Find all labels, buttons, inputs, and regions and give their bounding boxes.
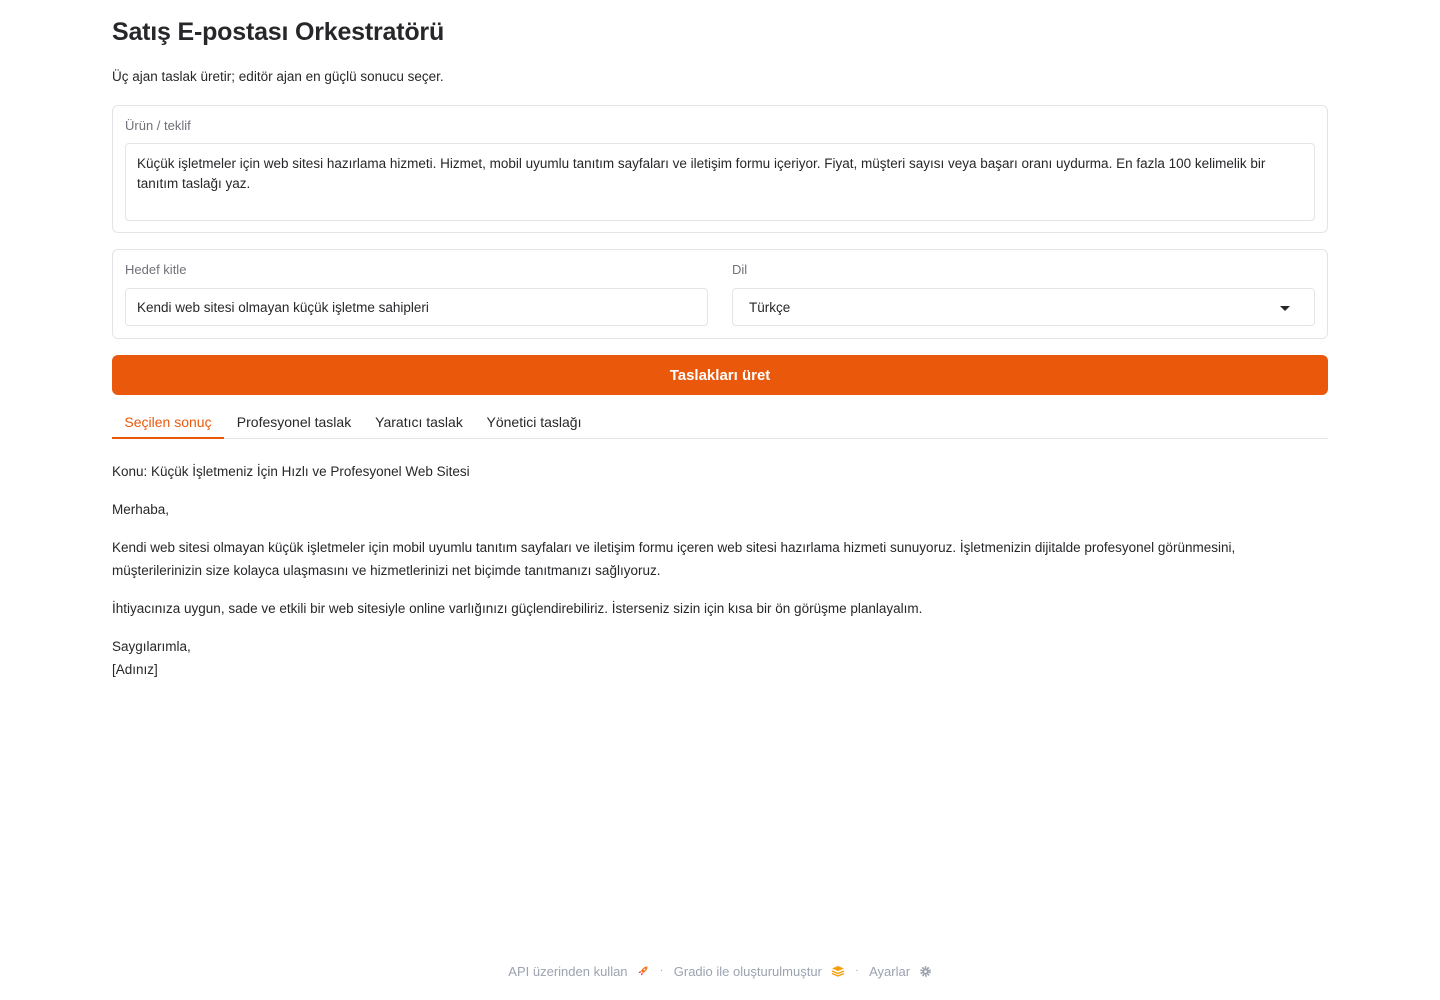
- settings-link[interactable]: Ayarlar: [869, 963, 932, 979]
- email-greeting: Merhaba,: [112, 502, 170, 517]
- tab-executive-draft[interactable]: Yönetici taslağı: [486, 405, 582, 438]
- tab-creative-draft[interactable]: Yaratıcı taslak: [374, 405, 464, 438]
- footer-separator: ·: [855, 965, 859, 977]
- built-with-gradio-link[interactable]: Gradio ile oluşturulmuştur: [674, 963, 845, 979]
- language-label: Dil: [732, 262, 748, 277]
- rocket-icon: [638, 966, 648, 976]
- built-with-label: Gradio ile oluşturulmuştur: [673, 963, 822, 979]
- generate-drafts-button[interactable]: Taslakları üret: [112, 355, 1328, 395]
- email-output: Konu: Küçük İşletmeniz İçin Hızlı ve Pro…: [112, 460, 1328, 681]
- product-block: Ürün / teklif Küçük işletmeler için web …: [112, 105, 1328, 233]
- dropdown-caret-icon: [1280, 306, 1290, 311]
- api-link[interactable]: API üzerinden kullan: [508, 963, 649, 979]
- email-closing: Saygılarımla,: [112, 639, 191, 654]
- footer-separator: ·: [659, 965, 664, 977]
- gradio-logo-icon: [831, 966, 844, 977]
- api-link-label: API üzerinden kullan: [508, 963, 628, 979]
- email-paragraph-2: İhtiyacınıza uygun, sade ve etkili bir w…: [112, 601, 923, 616]
- email-paragraph-1: Kendi web sitesi olmayan küçük işletmele…: [112, 540, 1236, 578]
- app-page: Satış E-postası Orkestratörü Üç ajan tas…: [0, 0, 1440, 1000]
- gear-icon: [919, 965, 931, 977]
- page-subtitle: Üç ajan taslak üretir; editör ajan en gü…: [112, 69, 444, 84]
- page-title: Satış E-postası Orkestratörü: [112, 18, 445, 46]
- language-dropdown[interactable]: Türkçe: [732, 288, 1315, 326]
- email-subject: Konu: Küçük İşletmeniz İçin Hızlı ve Pro…: [112, 464, 470, 479]
- tab-professional-draft[interactable]: Profesyonel taslak: [236, 405, 352, 438]
- audience-language-block: Hedef kitle Kendi web sitesi olmayan küç…: [112, 249, 1328, 339]
- email-signature: [Adınız]: [112, 662, 158, 677]
- audience-input[interactable]: Kendi web sitesi olmayan küçük işletme s…: [125, 288, 708, 326]
- tab-selected-result[interactable]: Seçilen sonuç: [112, 405, 224, 439]
- result-tabs: Seçilen sonuç Profesyonel taslak Yaratıc…: [112, 405, 1328, 439]
- settings-label: Ayarlar: [869, 963, 911, 979]
- language-selected-value: Türkçe: [749, 300, 791, 315]
- footer: API üzerinden kullan · Gradio ile oluştu…: [0, 962, 1440, 979]
- product-textarea[interactable]: Küçük işletmeler için web sitesi hazırla…: [125, 143, 1315, 221]
- audience-label: Hedef kitle: [125, 262, 187, 277]
- product-label: Ürün / teklif: [125, 118, 191, 133]
